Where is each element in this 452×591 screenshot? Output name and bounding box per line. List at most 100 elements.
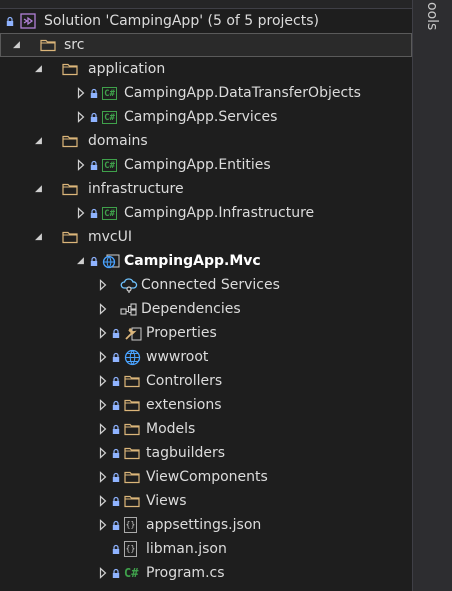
tree-row-file-program[interactable]: C# Program.cs (0, 561, 412, 585)
tree-row-label: CampingApp.Mvc (124, 253, 261, 269)
tree-row-label: extensions (146, 397, 222, 413)
expand-chevron-icon[interactable] (99, 345, 107, 369)
expand-chevron-icon[interactable] (99, 561, 107, 585)
csharp-project-icon: C# (102, 81, 117, 105)
collapse-chevron-icon[interactable]: ◢ (35, 225, 42, 249)
tree-row-folder-domains[interactable]: ◢ domains (0, 129, 412, 153)
tree-row-label: CampingApp.Infrastructure (124, 205, 315, 221)
tree-row-label: CampingApp.Entities (124, 157, 271, 173)
source-control-lock-icon (112, 417, 120, 441)
tree-row-node-connected-services[interactable]: Connected Services (0, 273, 412, 297)
tree-row-label: appsettings.json (146, 517, 262, 533)
collapse-chevron-icon[interactable]: ◢ (13, 33, 20, 57)
expand-chevron-icon[interactable] (99, 273, 107, 297)
folder-icon (40, 33, 56, 57)
top-strip (0, 0, 412, 9)
source-control-lock-icon (112, 393, 120, 417)
folder-icon (62, 225, 78, 249)
tree-row-node-dependencies[interactable]: Dependencies (0, 297, 412, 321)
tree-row-project-infrastructure[interactable]: C# CampingApp.Infrastructure (0, 201, 412, 225)
csharp-project-icon: C# (102, 153, 117, 177)
tree-row-folder-application[interactable]: ◢ application (0, 57, 412, 81)
csharp-file-icon: C# (124, 566, 139, 580)
folder-icon (124, 393, 140, 417)
folder-icon (62, 57, 78, 81)
side-panel-label[interactable]: ools (424, 2, 440, 30)
folder-icon (124, 369, 140, 393)
expand-chevron-icon[interactable] (99, 417, 107, 441)
tree-row-label: libman.json (146, 541, 227, 557)
tree-row-label: Program.cs (146, 565, 225, 581)
collapse-chevron-icon[interactable]: ◢ (35, 177, 42, 201)
expand-chevron-icon[interactable] (99, 297, 107, 321)
tree-row-file-libman[interactable]: {} libman.json (0, 537, 412, 561)
expand-chevron-icon[interactable] (99, 489, 107, 513)
source-control-lock-icon (112, 513, 120, 537)
expand-chevron-icon[interactable] (77, 201, 85, 225)
source-control-lock-icon (6, 9, 14, 33)
tree-row-folder-views[interactable]: Views (0, 489, 412, 513)
tree-row-label: Dependencies (141, 301, 241, 317)
json-file-icon: {} (124, 513, 137, 537)
expand-chevron-icon[interactable] (77, 81, 85, 105)
source-control-lock-icon (112, 321, 120, 345)
tree-row-label: ViewComponents (146, 469, 268, 485)
expand-chevron-icon[interactable] (77, 105, 85, 129)
tree-row-folder-infrastructure[interactable]: ◢ infrastructure (0, 177, 412, 201)
source-control-lock-icon (90, 81, 98, 105)
folder-icon (124, 441, 140, 465)
tree-row-label: CampingApp.DataTransferObjects (124, 85, 361, 101)
tree-row-folder-src[interactable]: ◢ src (0, 33, 412, 57)
source-control-lock-icon (112, 345, 120, 369)
expand-chevron-icon[interactable] (99, 321, 107, 345)
collapse-chevron-icon[interactable]: ◢ (77, 249, 84, 273)
tree-row-label: Views (146, 493, 187, 509)
tree-row-label: Controllers (146, 373, 223, 389)
source-control-lock-icon (112, 369, 120, 393)
tree-row-node-wwwroot[interactable]: wwwroot (0, 345, 412, 369)
globe-icon (124, 345, 141, 369)
connected-services-icon (120, 273, 138, 297)
tree-row-folder-mvcui[interactable]: ◢ mvcUI (0, 225, 412, 249)
csharp-project-icon: C# (102, 105, 117, 129)
source-control-lock-icon (90, 105, 98, 129)
tree-row-folder-controllers[interactable]: Controllers (0, 369, 412, 393)
tree-row-label: CampingApp.Services (124, 109, 278, 125)
expand-chevron-icon[interactable] (99, 441, 107, 465)
tree-row-folder-tagbuilders[interactable]: tagbuilders (0, 441, 412, 465)
side-panel-strip[interactable] (412, 0, 452, 591)
source-control-lock-icon (90, 201, 98, 225)
source-control-lock-icon (90, 153, 98, 177)
solution-explorer-tree: Solution 'CampingApp' (5 of 5 projects) ◢… (0, 9, 412, 585)
tree-row-file-appsettings[interactable]: {} appsettings.json (0, 513, 412, 537)
web-project-icon (102, 249, 120, 273)
csharp-project-icon: C# (102, 201, 117, 225)
expand-chevron-icon[interactable] (77, 153, 85, 177)
tree-row-project-services[interactable]: C# CampingApp.Services (0, 105, 412, 129)
source-control-lock-icon (112, 561, 120, 585)
tree-row-folder-models[interactable]: Models (0, 417, 412, 441)
tree-row-folder-viewcomponents[interactable]: ViewComponents (0, 465, 412, 489)
folder-icon (62, 129, 78, 153)
properties-wrench-icon (124, 321, 142, 345)
tree-row-project-entities[interactable]: C# CampingApp.Entities (0, 153, 412, 177)
dependencies-icon (120, 297, 138, 321)
tree-row-label: application (88, 61, 166, 77)
tree-row-node-properties[interactable]: Properties (0, 321, 412, 345)
expand-chevron-icon[interactable] (99, 393, 107, 417)
folder-icon (62, 177, 78, 201)
collapse-chevron-icon[interactable]: ◢ (35, 129, 42, 153)
tree-row-label: wwwroot (146, 349, 209, 365)
tree-row-label: src (64, 37, 85, 53)
source-control-lock-icon (112, 489, 120, 513)
folder-icon (124, 489, 140, 513)
expand-chevron-icon[interactable] (99, 369, 107, 393)
tree-row-folder-extensions[interactable]: extensions (0, 393, 412, 417)
tree-row-project-dto[interactable]: C# CampingApp.DataTransferObjects (0, 81, 412, 105)
tree-row-label: Solution 'CampingApp' (5 of 5 projects) (44, 13, 319, 29)
expand-chevron-icon[interactable] (99, 513, 107, 537)
tree-row-project-mvc[interactable]: ◢ CampingApp.Mvc (0, 249, 412, 273)
expand-chevron-icon[interactable] (99, 465, 107, 489)
collapse-chevron-icon[interactable]: ◢ (35, 57, 42, 81)
tree-row-solution-row[interactable]: Solution 'CampingApp' (5 of 5 projects) (0, 9, 412, 33)
